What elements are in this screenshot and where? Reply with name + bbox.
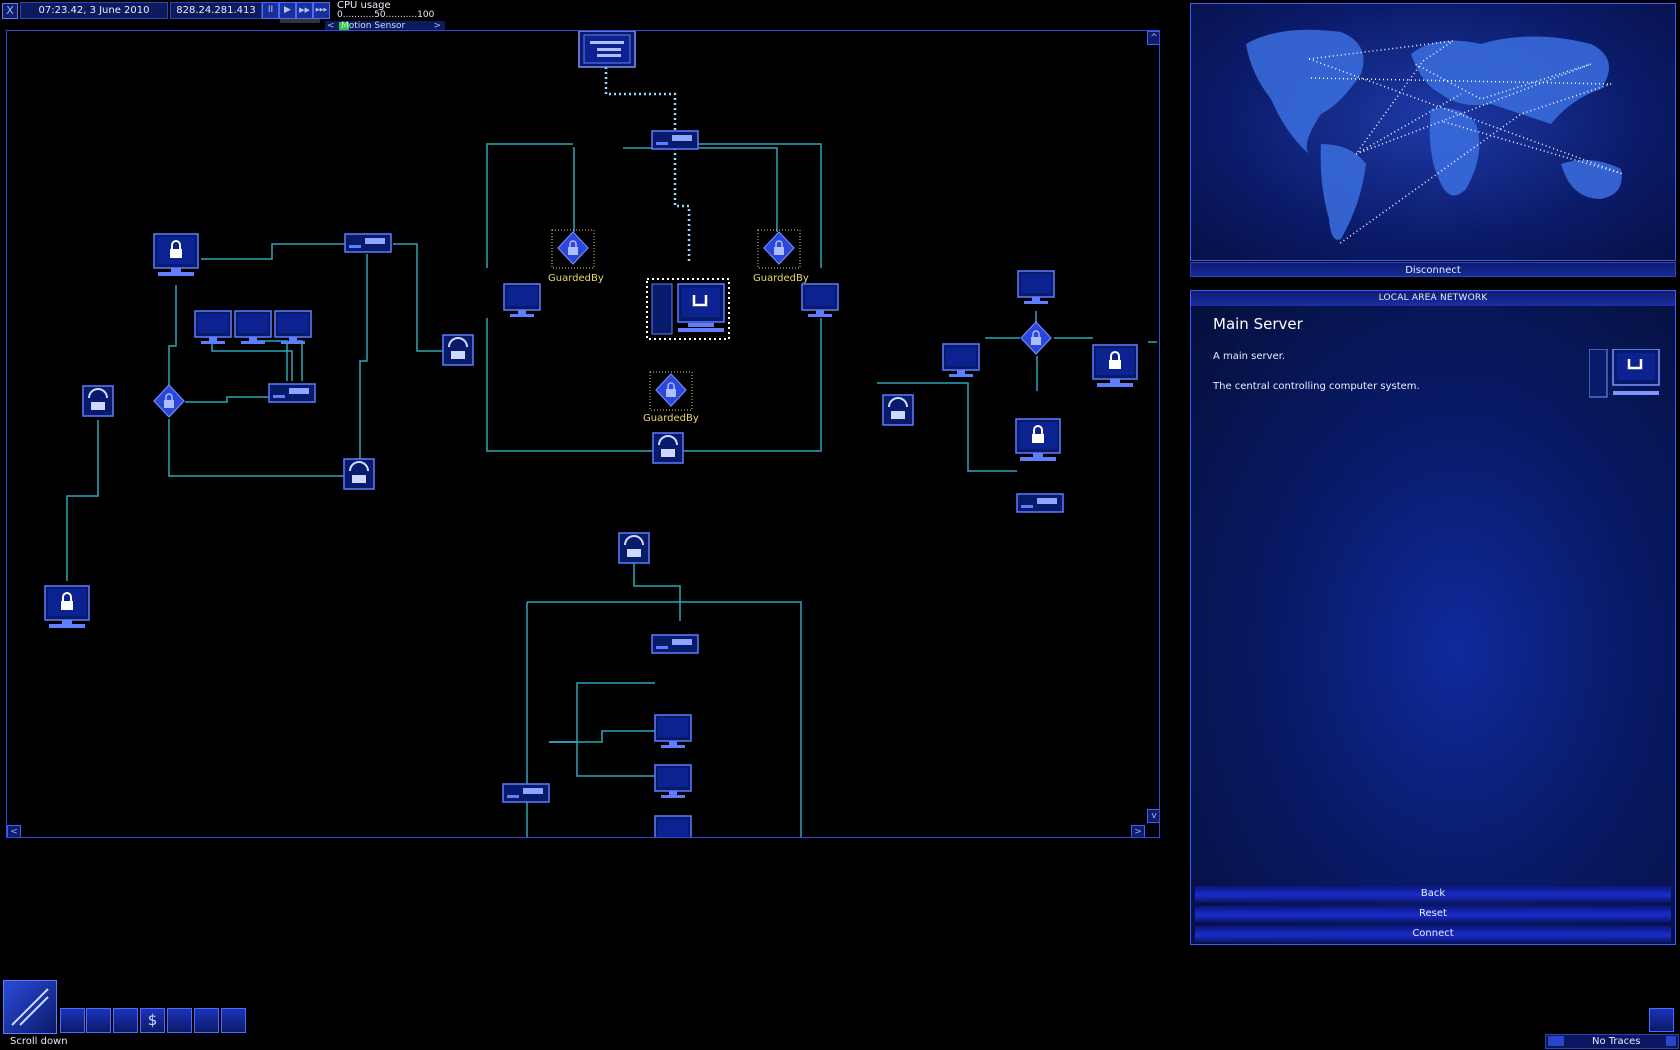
memory-icon[interactable]: [60, 1008, 85, 1033]
guarded-by-label: GuardedBy: [548, 273, 604, 284]
trace-label: No Traces: [1592, 1036, 1641, 1047]
speed-fastest-button[interactable]: ▶▶▶: [313, 2, 330, 19]
trace-status: No Traces: [1545, 1034, 1679, 1049]
trace-prev-icon[interactable]: [1548, 1036, 1564, 1046]
connect-button[interactable]: Connect: [1195, 926, 1671, 942]
globe-icon[interactable]: [3, 980, 57, 1034]
cpu-usage-scale: 0...........50...........100: [337, 10, 435, 20]
info-panel: LOCAL AREA NETWORK Main Server A main se…: [1190, 290, 1676, 945]
scroll-up-button[interactable]: ^: [1147, 31, 1159, 45]
server-icon: [1589, 349, 1660, 398]
world-map[interactable]: [1190, 3, 1676, 261]
pause-button[interactable]: II: [262, 2, 279, 19]
reset-button[interactable]: Reset: [1195, 906, 1671, 922]
node-description-detail: The central controlling computer system.: [1213, 381, 1420, 392]
scroll-right-button[interactable]: >: [1131, 825, 1145, 837]
back-button[interactable]: Back: [1195, 886, 1671, 902]
game-clock: 07:23.42, 3 June 2010: [20, 2, 168, 19]
node-description: A main server.: [1213, 351, 1286, 362]
scroll-down-button[interactable]: v: [1147, 809, 1159, 823]
scroll-left-button[interactable]: <: [7, 825, 21, 837]
main-server-node[interactable]: [647, 279, 729, 339]
speed-normal-button[interactable]: ▶: [279, 2, 296, 19]
panel-header: LOCAL AREA NETWORK: [1191, 291, 1675, 306]
guarded-by-label: GuardedBy: [753, 273, 809, 284]
status-text: Scroll down: [10, 1036, 68, 1047]
email-icon[interactable]: [167, 1008, 192, 1033]
hardware-icon[interactable]: [221, 1008, 246, 1033]
lan-network-view[interactable]: GuardedBy GuardedBy GuardedBy ^ v < >: [6, 30, 1160, 838]
disk-icon[interactable]: [86, 1008, 111, 1033]
node-title: Main Server: [1213, 315, 1303, 333]
person-icon[interactable]: [113, 1008, 138, 1033]
lan-links: [44, 31, 1157, 837]
speed-fast-button[interactable]: ▶▶: [296, 2, 313, 19]
mail-icon[interactable]: [1649, 1008, 1674, 1032]
finance-icon[interactable]: $: [140, 1008, 165, 1033]
world-map-graphic: [1246, 29, 1624, 245]
disconnect-button[interactable]: Disconnect: [1190, 262, 1676, 277]
trace-next-icon[interactable]: [1666, 1036, 1676, 1046]
exit-button[interactable]: X: [2, 3, 18, 19]
lan-gateway-node[interactable]: [579, 31, 635, 67]
current-ip: 828.24.281.413: [170, 2, 262, 19]
guarded-by-label: GuardedBy: [643, 413, 699, 424]
network-icon[interactable]: [194, 1008, 219, 1033]
speed-indicator: [280, 19, 320, 23]
